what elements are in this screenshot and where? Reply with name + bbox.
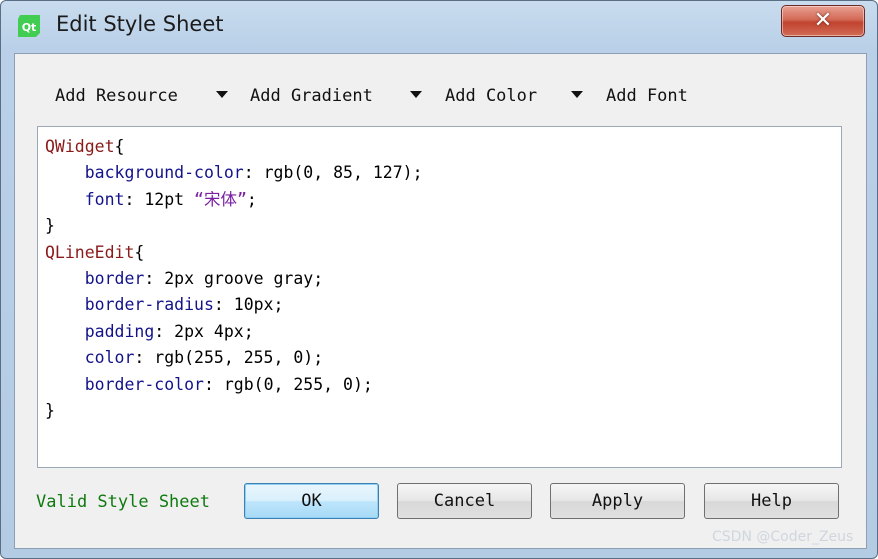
add-color-dropdown-icon[interactable] <box>571 91 583 98</box>
dialog-body: Add Resource Add Gradient Add Color Add … <box>14 53 867 549</box>
window-title: Edit Style Sheet <box>56 12 224 36</box>
code-text: QWidget{ background-color: rgb(0, 85, 12… <box>45 134 423 424</box>
property-value: : 2px 4px; <box>154 321 254 341</box>
selector-text: QWidget <box>45 137 115 156</box>
add-gradient-dropdown-icon[interactable] <box>410 91 422 98</box>
property-name: padding <box>84 321 155 341</box>
toolbar: Add Resource Add Gradient Add Color Add … <box>15 54 866 120</box>
apply-button[interactable]: Apply <box>550 483 685 519</box>
style-sheet-editor[interactable]: QWidget{ background-color: rgb(0, 85, 12… <box>37 126 842 468</box>
property-name: font <box>84 189 125 209</box>
property-name: border-color <box>84 374 204 394</box>
property-value: : 12pt <box>124 189 195 209</box>
property-value: : rgb(0, 255, 0); <box>203 374 373 394</box>
close-icon: ✕ <box>813 8 833 33</box>
edit-style-sheet-dialog: Qt Edit Style Sheet ✕ Add Resource Add G… <box>0 0 878 559</box>
property-value: : rgb(255, 255, 0); <box>134 348 324 368</box>
title-bar[interactable]: Qt Edit Style Sheet ✕ <box>1 1 877 51</box>
ok-button[interactable]: OK <box>244 483 379 519</box>
string-value: “宋体” <box>194 189 247 209</box>
property-name: border <box>84 269 145 289</box>
brace-text: } <box>45 216 55 236</box>
help-button[interactable]: Help <box>704 483 839 519</box>
svg-text:Qt: Qt <box>22 21 37 34</box>
selector-text: QLineEdit <box>45 242 135 262</box>
qt-app-icon: Qt <box>18 15 40 37</box>
add-resource-dropdown-icon[interactable] <box>216 91 228 98</box>
property-value: : rgb(0, 85, 127); <box>243 163 423 183</box>
close-button[interactable]: ✕ <box>781 5 865 37</box>
validity-status: Valid Style Sheet <box>36 492 210 512</box>
property-name: background-color <box>84 163 244 183</box>
watermark: CSDN @Coder_Zeus <box>712 529 854 545</box>
property-name: border-radius <box>84 295 214 315</box>
add-color-button[interactable]: Add Color <box>445 86 537 106</box>
add-resource-button[interactable]: Add Resource <box>55 86 178 106</box>
brace-text: { <box>114 137 125 156</box>
brace-text: { <box>134 242 145 262</box>
property-name: color <box>84 348 135 368</box>
add-font-button[interactable]: Add Font <box>606 86 688 106</box>
property-value: : 2px groove gray; <box>144 269 324 289</box>
cancel-button[interactable]: Cancel <box>397 483 532 519</box>
property-value: : 10px; <box>213 295 284 315</box>
add-gradient-button[interactable]: Add Gradient <box>250 86 373 106</box>
property-terminator: ; <box>246 189 257 209</box>
brace-text: } <box>45 401 55 421</box>
